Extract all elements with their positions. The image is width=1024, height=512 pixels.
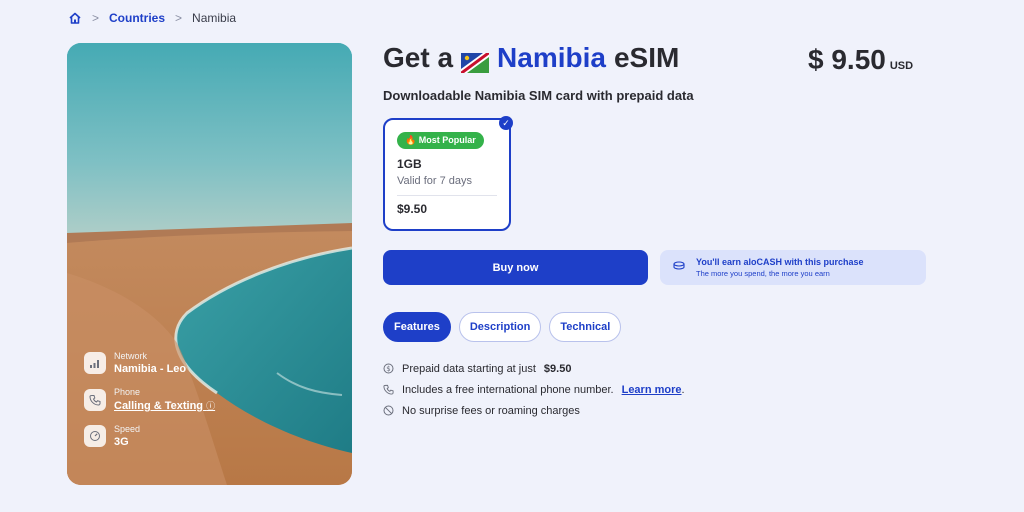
info-icon: ⓘ: [206, 401, 216, 411]
plan-data-size: 1GB: [397, 157, 422, 171]
title-country: Namibia: [497, 42, 606, 73]
tab-features[interactable]: Features: [383, 312, 451, 342]
page-title: Get a Namibia eSIM: [383, 42, 679, 74]
list-item: $ Prepaid data starting at just $9.50: [383, 362, 685, 375]
speed-value: 3G: [114, 436, 129, 448]
plan-validity: Valid for 7 days: [397, 175, 473, 187]
features-list: $ Prepaid data starting at just $9.50 In…: [383, 362, 685, 417]
network-label: Network: [114, 351, 148, 361]
svg-text:$: $: [386, 365, 390, 373]
earn-subtitle: The more you spend, the more you earn: [696, 269, 830, 278]
phone-icon: [383, 384, 394, 395]
learn-more-link[interactable]: Learn more: [622, 384, 682, 396]
page-subtitle: Downloadable Namibia SIM card with prepa…: [383, 88, 694, 103]
speedometer-icon: [84, 425, 106, 447]
coins-icon: [672, 259, 686, 277]
price-display: $ 9.50 USD: [808, 44, 913, 76]
feature-text: Includes a free international phone numb…: [402, 383, 614, 396]
alocash-earn-banner: You'll earn aloCASH with this purchase T…: [660, 250, 926, 285]
list-item: Includes a free international phone numb…: [383, 383, 685, 396]
breadcrumb-countries-link[interactable]: Countries: [109, 11, 165, 25]
buy-now-button[interactable]: Buy now: [383, 250, 648, 285]
tab-technical[interactable]: Technical: [549, 312, 622, 342]
selected-check-icon: ✓: [499, 116, 513, 130]
earn-title: You'll earn aloCASH with this purchase: [696, 257, 864, 267]
speed-label: Speed: [114, 424, 141, 434]
signal-icon: [84, 352, 106, 374]
phone-value-link[interactable]: Calling & Texting ⓘ: [114, 399, 215, 412]
phone-icon: [84, 388, 106, 411]
breadcrumb: > Countries > Namibia: [68, 11, 236, 25]
title-suffix: eSIM: [613, 42, 680, 73]
plan-price: $9.50: [397, 202, 428, 216]
most-popular-badge: 🔥 Most Popular: [397, 132, 484, 149]
list-item: No surprise fees or roaming charges: [383, 404, 685, 417]
plan-divider: [397, 195, 497, 196]
breadcrumb-current: Namibia: [192, 11, 237, 25]
hero-image: Network Namibia - Leo Phone Calling & Te…: [67, 43, 352, 485]
namibia-flag-icon: [461, 48, 490, 73]
price-currency: USD: [889, 60, 914, 72]
speed-info: Speed 3G: [84, 424, 215, 448]
feature-text: Prepaid data starting at just: [402, 362, 536, 375]
home-icon[interactable]: [68, 11, 82, 25]
network-info: Network Namibia - Leo: [84, 351, 215, 375]
prepaid-icon: $: [383, 363, 394, 374]
info-tabs: Features Description Technical: [383, 312, 622, 342]
phone-label: Phone: [114, 387, 141, 397]
network-value: Namibia - Leo: [114, 363, 187, 375]
tab-description[interactable]: Description: [458, 312, 542, 342]
price-amount: $ 9.50: [808, 44, 886, 75]
breadcrumb-separator: >: [92, 11, 100, 25]
no-fees-icon: [383, 405, 394, 416]
phone-info: Phone Calling & Texting ⓘ: [84, 387, 215, 412]
feature-punct: .: [681, 383, 685, 396]
breadcrumb-separator: >: [175, 11, 183, 25]
plan-card[interactable]: ✓ 🔥 Most Popular 1GB Valid for 7 days $9…: [383, 116, 513, 231]
feature-text: No surprise fees or roaming charges: [402, 404, 580, 417]
title-prefix: Get a: [383, 42, 454, 73]
feature-price: $9.50: [543, 362, 572, 375]
